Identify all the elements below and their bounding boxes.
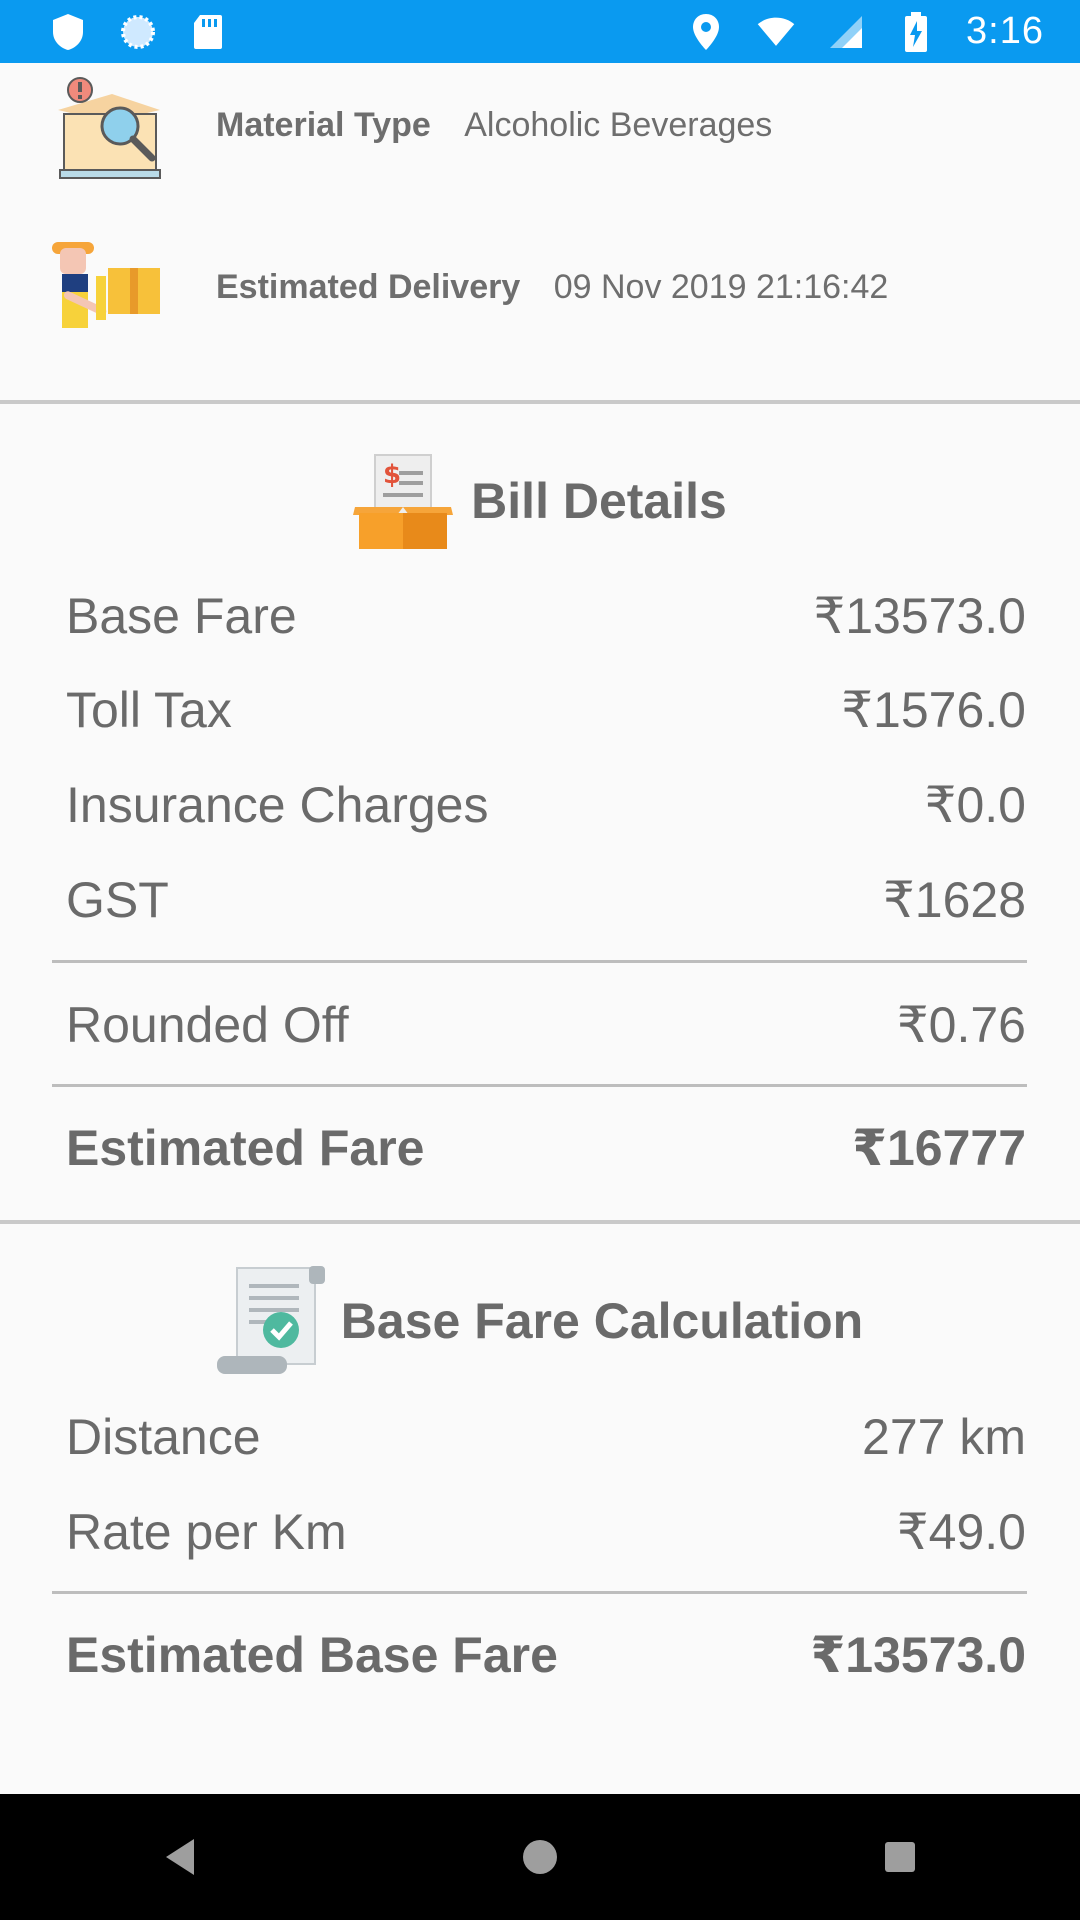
battery-charging-icon [896, 11, 936, 52]
bill-row-insurance: Insurance Charges ₹0.0 [66, 770, 1026, 840]
location-icon [686, 12, 726, 52]
bill-details-title: Bill Details [471, 473, 727, 529]
bill-row-label: Insurance Charges [66, 777, 489, 833]
back-icon[interactable] [150, 1827, 210, 1887]
row-divider [52, 1084, 1027, 1087]
row-divider [52, 960, 1027, 963]
material-search-box-icon [52, 76, 172, 196]
material-type-label: Material Type Alcoholic Beverages [216, 106, 772, 145]
estimated-base-fare-value: ₹13573.0 [810, 1627, 1026, 1683]
rounded-off-label: Rounded Off [66, 997, 349, 1053]
base-fare-calc-header: Base Fare Calculation [0, 1262, 1080, 1380]
estimated-base-fare-label: Estimated Base Fare [66, 1627, 558, 1683]
sd-card-icon [188, 12, 228, 52]
calc-row-label: Distance [66, 1409, 261, 1465]
calc-row-value: 277 km [862, 1409, 1026, 1465]
material-type-value: Alcoholic Beverages [464, 106, 773, 144]
bill-row-label: Base Fare [66, 588, 297, 644]
status-time: 3:16 [966, 10, 1044, 52]
material-type-row: Material Type Alcoholic Beverages [0, 56, 1080, 196]
estimated-delivery-label-text: Estimated Delivery [216, 268, 521, 306]
signal-icon [826, 12, 866, 52]
calc-row-label: Rate per Km [66, 1504, 347, 1560]
home-icon[interactable] [510, 1827, 570, 1887]
estimated-delivery-label: Estimated Delivery 09 Nov 2019 21:16:42 [216, 268, 888, 307]
recents-icon[interactable] [870, 1827, 930, 1887]
bill-box-icon: $ [353, 451, 454, 551]
loading-circle-icon [118, 12, 158, 52]
section-divider [0, 400, 1080, 404]
row-divider [52, 1591, 1027, 1594]
estimated-base-fare-row: Estimated Base Fare ₹13573.0 [66, 1620, 1026, 1690]
wifi-icon [756, 12, 796, 52]
navigation-bar [0, 1794, 1080, 1920]
calc-row-distance: Distance 277 km [66, 1402, 1026, 1472]
bill-row-value: ₹1628 [882, 872, 1026, 928]
estimated-fare-value: ₹16777 [852, 1120, 1026, 1176]
bill-details-header: $ Bill Details [0, 446, 1080, 556]
bill-row-toll-tax: Toll Tax ₹1576.0 [66, 675, 1026, 745]
section-divider [0, 1220, 1080, 1224]
calc-row-rate: Rate per Km ₹49.0 [66, 1497, 1026, 1567]
base-fare-calc-title: Base Fare Calculation [340, 1293, 864, 1349]
bill-row-rounded-off: Rounded Off ₹0.76 [66, 990, 1026, 1060]
bill-row-value: ₹1576.0 [841, 682, 1026, 738]
status-left [48, 12, 228, 52]
status-right: 3:16 [686, 10, 1044, 53]
delivery-person-icon [52, 236, 172, 356]
svg-text:$: $ [383, 460, 401, 490]
material-type-label-text: Material Type [216, 106, 431, 144]
bill-row-label: GST [66, 872, 169, 928]
estimated-delivery-row: Estimated Delivery 09 Nov 2019 21:16:42 [0, 218, 1080, 358]
bill-row-base-fare: Base Fare ₹13573.0 [66, 581, 1026, 651]
estimated-delivery-value: 09 Nov 2019 21:16:42 [553, 268, 889, 306]
document-check-icon [216, 1264, 327, 1378]
calc-row-value: ₹49.0 [896, 1504, 1026, 1560]
bill-row-value: ₹13573.0 [813, 588, 1026, 644]
bill-row-gst: GST ₹1628 [66, 865, 1026, 935]
bill-row-value: ₹0.0 [924, 777, 1026, 833]
estimated-fare-row: Estimated Fare ₹16777 [66, 1113, 1026, 1183]
rounded-off-value: ₹0.76 [896, 997, 1026, 1053]
bill-row-label: Toll Tax [66, 682, 232, 738]
shield-icon [48, 12, 88, 52]
estimated-fare-label: Estimated Fare [66, 1120, 425, 1176]
status-bar: 3:16 [0, 0, 1080, 63]
